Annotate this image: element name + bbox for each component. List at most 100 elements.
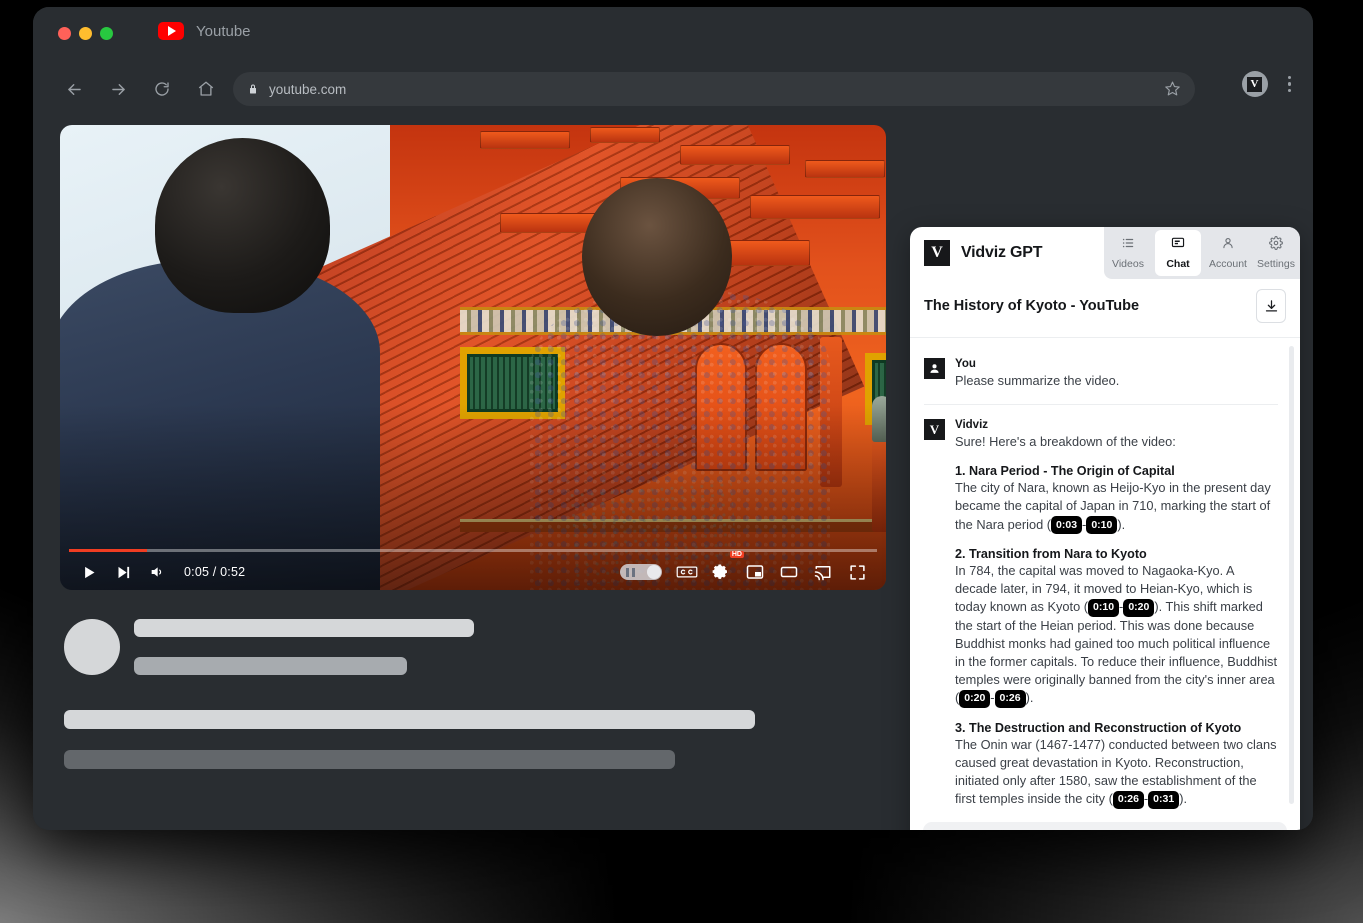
chat-icon — [1171, 236, 1185, 255]
kebab-menu-icon[interactable] — [1282, 72, 1298, 97]
composer-wrapper: Send a message Text Vision — [910, 812, 1300, 830]
timestamp-badge-end-2[interactable]: 0:26 — [994, 689, 1026, 708]
section-body: In 784, the capital was moved to Nagaoka… — [955, 562, 1278, 708]
tab-chat-label: Chat — [1166, 258, 1190, 270]
download-icon[interactable] — [1256, 289, 1286, 323]
browser-toolbar: youtube.com V — [33, 62, 1313, 116]
video-player[interactable]: 0:05 / 0:52 HD — [60, 125, 886, 590]
star-icon[interactable] — [1164, 80, 1181, 102]
extension-avatar-letter: V — [1247, 76, 1262, 92]
tab-videos[interactable]: Videos — [1104, 227, 1152, 279]
page-title: The History of Kyoto - YouTube — [924, 298, 1140, 314]
maximize-window-button[interactable] — [100, 27, 113, 40]
message-author: Vidviz — [955, 419, 989, 432]
chat-message-assistant: V Vidviz Sure! Here's a breakdown of the… — [924, 404, 1278, 812]
chat-message-user: You Please summarize the video. — [924, 350, 1278, 404]
browser-window: Youtube youtube.com V 0:05 / 0:52 HD V V… — [33, 7, 1313, 830]
section-text-after: ). — [1179, 791, 1188, 807]
timestamp-badge-start-2[interactable]: 0:20 — [959, 689, 991, 708]
summary-section-3: 3. The Destruction and Reconstruction of… — [955, 721, 1278, 809]
section-heading: 2. Transition from Nara to Kyoto — [955, 547, 1147, 562]
miniplayer-icon[interactable] — [738, 557, 772, 587]
content-placeholder-2 — [64, 750, 675, 769]
panel-header: V Vidviz GPT Videos Chat Account Setting… — [910, 227, 1300, 279]
brand: V Vidviz GPT — [910, 240, 1042, 266]
home-icon[interactable] — [189, 72, 223, 106]
subtitle-placeholder — [134, 657, 407, 675]
timestamp-badge-end[interactable]: 0:10 — [1086, 516, 1118, 535]
toolbar-right: V — [1241, 71, 1298, 97]
address-bar-url: youtube.com — [269, 81, 347, 97]
close-window-button[interactable] — [58, 27, 71, 40]
gear-icon[interactable]: HD — [704, 551, 744, 587]
section-body: The city of Nara, known as Heijo-Kyo in … — [955, 479, 1278, 535]
video-frame — [60, 125, 886, 590]
section-text-after: ). — [1025, 690, 1034, 706]
tab-settings[interactable]: Settings — [1252, 227, 1300, 279]
tab-account[interactable]: Account — [1204, 227, 1252, 279]
message-text: Please summarize the video. — [955, 373, 1120, 388]
video-title-row: The History of Kyoto - YouTube — [910, 279, 1300, 337]
message-intro: Sure! Here's a breakdown of the video: — [955, 434, 1176, 450]
vidviz-panel: V Vidviz GPT Videos Chat Account Setting… — [910, 227, 1300, 830]
person-icon — [1221, 236, 1235, 255]
forward-icon[interactable] — [101, 72, 135, 106]
chat-scrollbar[interactable] — [1289, 346, 1294, 804]
user-avatar-icon — [924, 358, 945, 379]
section-heading: 1. Nara Period - The Origin of Capital — [955, 464, 1175, 479]
title-bar: Youtube — [33, 7, 1313, 62]
avatar-placeholder — [64, 619, 120, 675]
cast-icon[interactable] — [806, 557, 840, 587]
hd-badge: HD — [729, 551, 744, 558]
volume-icon[interactable] — [140, 557, 174, 587]
extension-avatar[interactable]: V — [1241, 71, 1268, 97]
youtube-icon — [158, 22, 184, 40]
gear-icon — [1269, 236, 1283, 255]
chat-messages: You Please summarize the video. V Vidviz… — [910, 338, 1300, 812]
vidviz-logo-icon: V — [924, 240, 950, 266]
section-text-after: ). — [1117, 516, 1126, 532]
brand-name: Vidviz GPT — [961, 244, 1043, 261]
message-author: You — [955, 358, 976, 370]
next-track-icon[interactable] — [106, 557, 140, 587]
tab-account-label: Account — [1209, 258, 1247, 270]
tab-chat[interactable]: Chat — [1155, 230, 1201, 276]
minimize-window-button[interactable] — [79, 27, 92, 40]
section-body: The Onin war (1467-1477) conducted betwe… — [955, 736, 1278, 809]
address-bar[interactable]: youtube.com — [233, 72, 1195, 106]
screenshot-root: Youtube youtube.com V 0:05 / 0:52 HD V V… — [0, 0, 1363, 923]
timestamp-badge-end[interactable]: 0:31 — [1148, 790, 1180, 809]
back-icon[interactable] — [57, 72, 91, 106]
summary-section-1: 1. Nara Period - The Origin of Capital T… — [955, 464, 1278, 535]
vidviz-avatar: V — [924, 419, 945, 441]
lock-icon — [247, 83, 259, 95]
tab-videos-label: Videos — [1112, 258, 1144, 270]
video-controls: 0:05 / 0:52 HD — [60, 551, 886, 590]
section-heading: 3. The Destruction and Reconstruction of… — [955, 720, 1242, 735]
content-placeholder-1 — [64, 710, 755, 729]
timestamp-badge-end[interactable]: 0:20 — [1123, 598, 1155, 617]
play-icon[interactable] — [72, 557, 106, 587]
fullscreen-icon[interactable] — [840, 557, 874, 587]
list-icon — [1121, 236, 1135, 255]
timestamp-badge-start[interactable]: 0:26 — [1112, 790, 1144, 809]
autoplay-toggle[interactable] — [620, 564, 662, 580]
video-progress-fill — [69, 549, 147, 552]
window-controls[interactable] — [58, 27, 113, 40]
browser-tab[interactable]: Youtube — [158, 22, 251, 40]
panel-tabs: Videos Chat Account Settings — [1104, 227, 1300, 279]
message-composer[interactable]: Send a message Text Vision — [923, 822, 1287, 830]
title-placeholder — [134, 619, 474, 637]
video-time-display: 0:05 / 0:52 — [184, 565, 246, 579]
reload-icon[interactable] — [145, 72, 179, 106]
timestamp-badge-start[interactable]: 0:03 — [1051, 516, 1083, 535]
timestamp-badge-start[interactable]: 0:10 — [1088, 598, 1120, 617]
cc-icon[interactable] — [670, 557, 704, 587]
browser-tab-label: Youtube — [196, 22, 251, 40]
video-progress-bar[interactable] — [69, 549, 877, 552]
chat-scroll-area[interactable]: You Please summarize the video. V Vidviz… — [910, 337, 1300, 812]
theater-icon[interactable] — [772, 557, 806, 587]
summary-section-2: 2. Transition from Nara to Kyoto In 784,… — [955, 547, 1278, 708]
tab-settings-label: Settings — [1257, 258, 1295, 270]
page-content: 0:05 / 0:52 HD V Vidviz GPT Videos Chat … — [33, 116, 1313, 830]
